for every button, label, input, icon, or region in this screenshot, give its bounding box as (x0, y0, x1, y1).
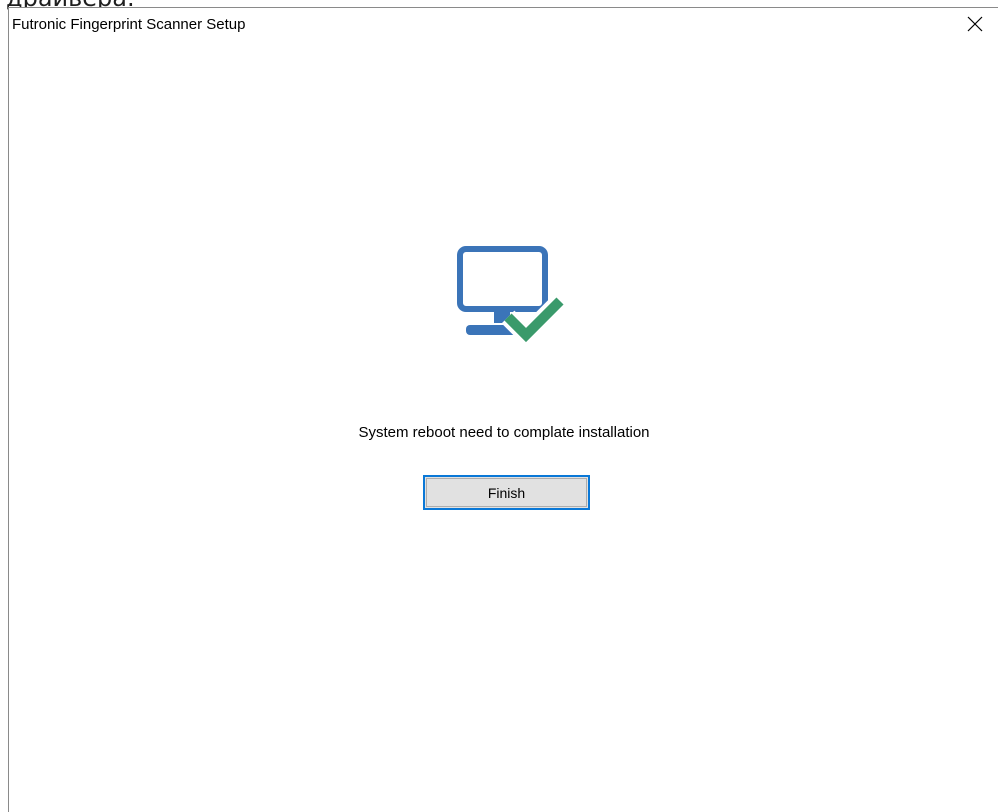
screen: драйвера. Futronic Fingerprint Scanner S… (0, 0, 998, 812)
title-bar[interactable]: Futronic Fingerprint Scanner Setup (9, 8, 998, 40)
status-message: System reboot need to complate installat… (358, 424, 650, 441)
setup-content: System reboot need to complate installat… (9, 40, 998, 812)
finish-button[interactable]: Finish (423, 475, 590, 510)
setup-window: Futronic Fingerprint Scanner Setup Syste… (8, 7, 998, 812)
window-title: Futronic Fingerprint Scanner Setup (12, 16, 246, 33)
close-icon (967, 16, 983, 32)
close-button[interactable] (952, 8, 998, 40)
monitor-check-icon (457, 246, 566, 348)
